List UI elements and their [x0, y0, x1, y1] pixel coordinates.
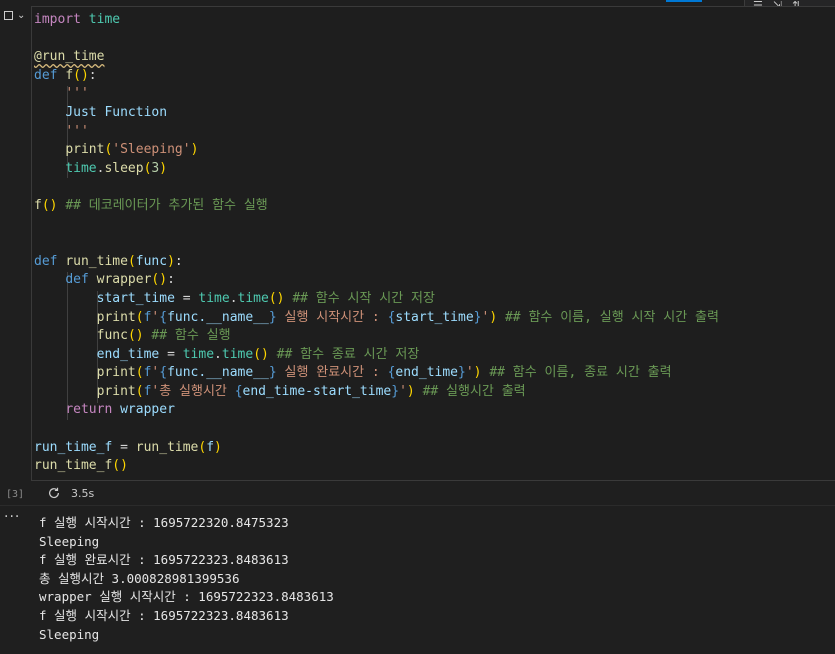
- code-content[interactable]: import time @run_time def f(): ''' Just F…: [34, 11, 719, 476]
- output-line: wrapper 실행 시작시간 : 1695722323.8483613: [39, 589, 334, 605]
- cell-collapse-toggle[interactable]: ⌄: [4, 8, 25, 22]
- chevron-down-icon[interactable]: ⌄: [17, 10, 25, 21]
- execution-duration: 3.5s: [71, 486, 95, 500]
- cell-output: f 실행 시작시간 : 1695722320.8475323 Sleeping f …: [39, 514, 334, 644]
- code-line[interactable]: ''': [34, 123, 719, 142]
- code-line[interactable]: [34, 420, 719, 439]
- code-line[interactable]: [34, 30, 719, 49]
- output-line: f 실행 시작시간 : 1695722323.8483613: [39, 607, 289, 623]
- output-line: Sleeping: [39, 626, 100, 642]
- code-line[interactable]: print(f'총 실행시간 {end_time-start_time}') #…: [34, 383, 719, 402]
- code-line[interactable]: @run_time: [34, 48, 719, 67]
- code-line[interactable]: [34, 234, 719, 253]
- code-line[interactable]: run_time_f = run_time(f): [34, 439, 719, 458]
- code-line[interactable]: start_time = time.time() ## 함수 시작 시간 저장: [34, 290, 719, 309]
- code-line[interactable]: def wrapper():: [34, 271, 719, 290]
- cell-divider: [0, 505, 835, 506]
- code-line[interactable]: Just Function: [34, 104, 719, 123]
- notebook-cell-area: ☰ ⇲ ⇅ ⌄ import time @run_timedef f(): ''…: [0, 0, 835, 654]
- code-line[interactable]: return wrapper: [34, 401, 719, 420]
- output-line: f 실행 완료시간 : 1695722323.8483613: [39, 552, 289, 568]
- active-tab-indicator: [666, 0, 702, 2]
- more-actions-icon[interactable]: ···: [4, 509, 20, 525]
- code-line[interactable]: print(f'{func.__name__} 실행 시작시간 : {start…: [34, 309, 719, 328]
- code-line[interactable]: import time: [34, 11, 719, 30]
- code-line[interactable]: print(f'{func.__name__} 실행 완료시간 : {end_t…: [34, 364, 719, 383]
- checkbox-icon[interactable]: [4, 11, 13, 20]
- output-line: Sleeping: [39, 533, 100, 549]
- code-line[interactable]: end_time = time.time() ## 함수 종료 시간 저장: [34, 346, 719, 365]
- code-line[interactable]: def f():: [34, 67, 719, 86]
- execution-count: [3]: [6, 489, 25, 500]
- code-line[interactable]: func() ## 함수 실행: [34, 327, 719, 346]
- code-line[interactable]: ''': [34, 85, 719, 104]
- execution-status: 3.5s: [47, 486, 94, 500]
- refresh-icon[interactable]: [47, 486, 61, 500]
- code-line[interactable]: [34, 216, 719, 235]
- code-line[interactable]: def run_time(func):: [34, 253, 719, 272]
- code-line[interactable]: print('Sleeping'): [34, 141, 719, 160]
- output-line: f 실행 시작시간 : 1695722320.8475323: [39, 515, 289, 530]
- code-line[interactable]: run_time_f(): [34, 457, 719, 476]
- output-line: 총 실행시간 3.000828981399536: [39, 570, 240, 586]
- code-line[interactable]: time.sleep(3): [34, 160, 719, 179]
- code-line[interactable]: [34, 178, 719, 197]
- code-line[interactable]: f() ## 데코레이터가 추가된 함수 실행: [34, 197, 719, 216]
